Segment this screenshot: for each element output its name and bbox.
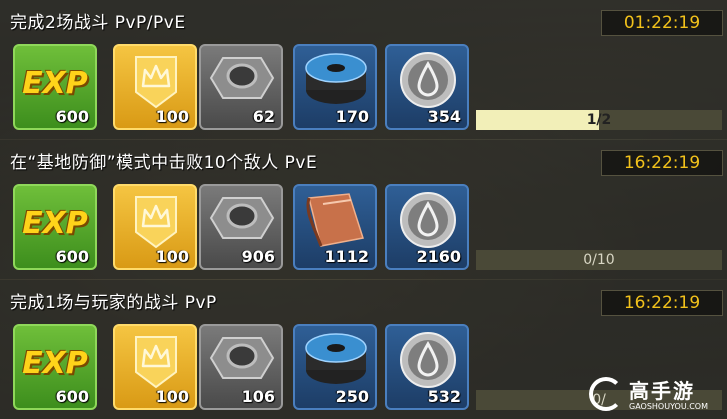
fuel-drop-icon [400, 192, 456, 248]
reward-qty: 906 [241, 247, 275, 266]
reward-crown[interactable]: 100 [113, 184, 197, 270]
quest-timer: 16:22:19 [601, 290, 723, 316]
reward-qty: 1112 [324, 247, 369, 266]
watermark-text: 高手游 [629, 379, 695, 403]
fuel-drop-icon [400, 332, 456, 388]
reward-exp[interactable]: EXP 600 [13, 44, 97, 130]
reward-qty: 170 [335, 107, 369, 126]
watermark-logo-icon [589, 377, 623, 411]
quest-progress-bar: 0/10 [476, 250, 722, 270]
reward-qty: 354 [427, 107, 461, 126]
hex-nut-icon [209, 337, 275, 379]
quest-timer: 16:22:19 [601, 150, 723, 176]
hex-nut-icon [209, 57, 275, 99]
reward-nut[interactable]: 62 [199, 44, 283, 130]
quest-title: 在“基地防御”模式中击败10个敌人 PvE [10, 153, 318, 173]
reward-qty: 2160 [416, 247, 461, 266]
reward-crown[interactable]: 100 [113, 44, 197, 130]
reward-qty: 100 [155, 247, 189, 266]
reward-qty: 106 [241, 387, 275, 406]
exp-icon: EXP [22, 346, 88, 381]
reward-exp[interactable]: EXP 600 [13, 184, 97, 270]
quest-title: 完成2场战斗 PvP/PvE [10, 13, 186, 33]
copper-sheet-icon [306, 193, 364, 247]
reward-material[interactable]: 1112 [293, 184, 377, 270]
progress-text: 1/2 [586, 112, 612, 128]
crown-badge-icon [135, 56, 177, 109]
fuel-drop-icon [400, 52, 456, 108]
reward-material[interactable]: 250 [293, 324, 377, 410]
quest-panel: 在“基地防御”模式中击败10个敌人 PvE 16:22:19 EXP 600 1… [0, 140, 727, 279]
reward-qty: 250 [335, 387, 369, 406]
exp-icon: EXP [22, 206, 88, 241]
reward-qty: 100 [155, 387, 189, 406]
wire-spool-icon [305, 333, 367, 384]
wire-spool-icon [305, 53, 367, 104]
reward-nut[interactable]: 906 [199, 184, 283, 270]
reward-fuel[interactable]: 2160 [385, 184, 469, 270]
reward-crown[interactable]: 100 [113, 324, 197, 410]
reward-material[interactable]: 170 [293, 44, 377, 130]
quest-title: 完成1场与玩家的战斗 PvP [10, 293, 217, 313]
progress-text: 0/10 [583, 252, 615, 268]
watermark: 高手游 GAOSHOUYOU.COM [589, 375, 719, 415]
quest-progress-bar: 1/2 [476, 110, 722, 130]
reward-exp[interactable]: EXP 600 [13, 324, 97, 410]
reward-qty: 100 [155, 107, 189, 126]
crown-badge-icon [135, 336, 177, 389]
quest-timer: 01:22:19 [601, 10, 723, 36]
quest-panel: 完成2场战斗 PvP/PvE 01:22:19 EXP 600 100 62 1… [0, 0, 727, 139]
reward-fuel[interactable]: 354 [385, 44, 469, 130]
crown-badge-icon [135, 196, 177, 249]
reward-nut[interactable]: 106 [199, 324, 283, 410]
reward-qty: 600 [55, 387, 89, 406]
reward-fuel[interactable]: 532 [385, 324, 469, 410]
exp-icon: EXP [22, 66, 88, 101]
watermark-subtext: GAOSHOUYOU.COM [629, 402, 709, 411]
reward-qty: 600 [55, 247, 89, 266]
reward-qty: 532 [427, 387, 461, 406]
reward-qty: 600 [55, 107, 89, 126]
hex-nut-icon [209, 197, 275, 239]
reward-qty: 62 [252, 107, 275, 126]
